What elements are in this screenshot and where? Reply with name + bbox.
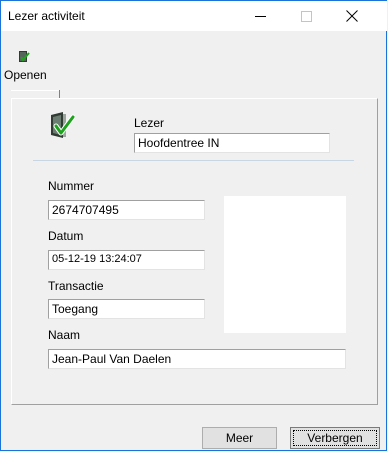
tab-divider	[59, 90, 60, 98]
verbergen-button[interactable]: Verbergen	[290, 427, 380, 449]
maximize-icon	[301, 11, 312, 22]
door-check-icon	[19, 51, 30, 62]
verbergen-label: Verbergen	[307, 431, 363, 445]
nummer-field[interactable]: 2674707495	[48, 200, 205, 220]
minimize-icon	[255, 16, 266, 17]
door-check-icon	[51, 112, 75, 138]
naam-field[interactable]: Jean-Paul Van Daelen	[48, 349, 346, 369]
open-label: Openen	[4, 68, 47, 82]
minimize-button[interactable]	[237, 1, 283, 31]
transactie-field[interactable]: Toegang	[48, 299, 205, 319]
activity-panel: Lezer Hoofdentree IN Nummer 2674707495 D…	[11, 98, 378, 405]
separator	[33, 160, 354, 161]
open-button[interactable]: Openen	[4, 47, 64, 82]
tab-strip	[11, 90, 59, 91]
datum-field[interactable]: 05-12-19 13:24:07	[48, 250, 205, 270]
reader-label: Lezer	[134, 116, 165, 130]
reader-field[interactable]: Hoofdentree IN	[134, 133, 330, 153]
photo-box	[224, 196, 346, 333]
transactie-label: Transactie	[48, 279, 104, 293]
activity-window: Lezer activiteit Openen Lezer Hoofdentre…	[0, 0, 387, 451]
window-title: Lezer activiteit	[8, 9, 85, 23]
naam-label: Naam	[48, 328, 81, 342]
datum-label: Datum	[48, 229, 84, 243]
title-bar[interactable]: Lezer activiteit	[1, 1, 387, 31]
close-icon	[346, 10, 358, 22]
close-button[interactable]	[329, 1, 375, 31]
meer-button[interactable]: Meer	[202, 427, 277, 449]
toolbar: Openen	[1, 51, 387, 82]
nummer-label: Nummer	[48, 179, 95, 193]
maximize-button	[283, 1, 329, 31]
